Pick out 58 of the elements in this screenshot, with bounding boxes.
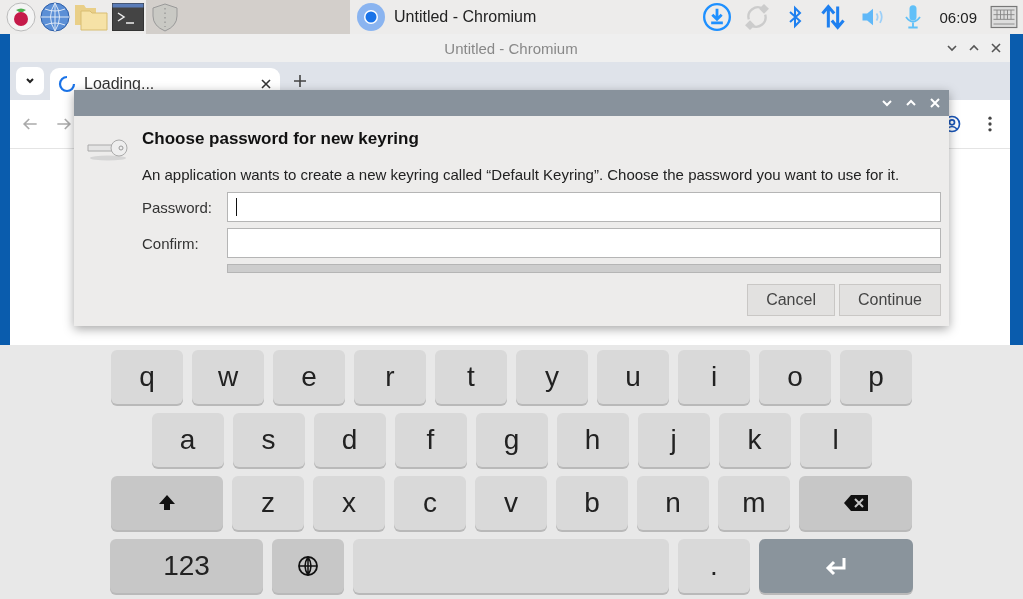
keyboard-key[interactable]: f — [394, 413, 467, 467]
keyboard-key[interactable]: o — [759, 350, 831, 404]
enter-icon — [823, 555, 849, 577]
globe-icon[interactable] — [40, 2, 70, 32]
keyboard-key[interactable]: m — [718, 476, 790, 530]
window-title: Untitled - Chromium — [443, 39, 579, 57]
keyboard-key[interactable]: k — [718, 413, 791, 467]
globe-icon — [297, 555, 319, 577]
keyboard-key[interactable]: l — [799, 413, 872, 467]
keyboard-key[interactable]: g — [475, 413, 548, 467]
keyboard-key[interactable]: u — [597, 350, 669, 404]
network-arrows-icon[interactable] — [819, 3, 848, 31]
tab-list-button[interactable] — [16, 67, 44, 95]
keyboard-key[interactable]: 123 — [110, 539, 263, 593]
field-label: Password: — [142, 198, 214, 216]
keyboard-key[interactable]: z — [232, 476, 304, 530]
keyboard-key[interactable]: b — [556, 476, 628, 530]
keyboard-key[interactable]: x — [313, 476, 385, 530]
keyboard-key[interactable]: v — [475, 476, 547, 530]
keyboard-key[interactable]: w — [192, 350, 264, 404]
keyboard-key[interactable]: . — [678, 539, 750, 593]
download-icon[interactable] — [703, 3, 732, 31]
password-field[interactable] — [227, 228, 941, 258]
keyboard-key[interactable]: i — [678, 350, 750, 404]
field-label: Confirm: — [142, 234, 200, 252]
keyboard-key[interactable]: s — [232, 413, 305, 467]
enter-key[interactable] — [759, 539, 913, 593]
dialog-heading: Choose password for new keyring — [142, 129, 420, 149]
loading-spinner-icon — [58, 75, 76, 93]
clock: 06:09 — [939, 8, 977, 26]
backspace-icon — [842, 494, 869, 512]
keyboard-key[interactable]: a — [151, 413, 224, 467]
keyboard-key[interactable]: r — [354, 350, 426, 404]
keyboard-key[interactable]: d — [313, 413, 386, 467]
globe-key[interactable] — [272, 539, 344, 593]
keyboard-key[interactable]: h — [556, 413, 629, 467]
terminal-icon[interactable] — [112, 3, 144, 31]
dialog-button[interactable]: Cancel — [747, 284, 835, 316]
keyboard-key[interactable]: y — [516, 350, 588, 404]
keyboard-key[interactable]: e — [273, 350, 345, 404]
password-field[interactable] — [227, 192, 941, 222]
keyboard-icon[interactable] — [989, 3, 1019, 31]
shift-icon — [157, 493, 177, 513]
close-tab-icon[interactable] — [260, 78, 272, 90]
keyboard-key[interactable]: j — [637, 413, 710, 467]
minimize-icon[interactable] — [881, 97, 893, 109]
keyboard-key[interactable]: c — [394, 476, 466, 530]
keyboard-key[interactable]: t — [435, 350, 507, 404]
keyboard-key[interactable]: q — [111, 350, 183, 404]
minimize-icon[interactable] — [946, 42, 958, 54]
dialog-message: An application wants to create a new keyring called “Default Keyring”. Choose the password you want to use for it. — [142, 166, 901, 183]
close-icon[interactable] — [990, 42, 1002, 54]
backspace-key[interactable] — [799, 476, 912, 530]
dialog-button[interactable]: Continue — [838, 284, 941, 316]
chromium-icon — [356, 2, 386, 32]
keyboard-key[interactable]: n — [637, 476, 709, 530]
raspberry-icon[interactable] — [6, 2, 36, 32]
keyboard-key[interactable]: p — [840, 350, 912, 404]
